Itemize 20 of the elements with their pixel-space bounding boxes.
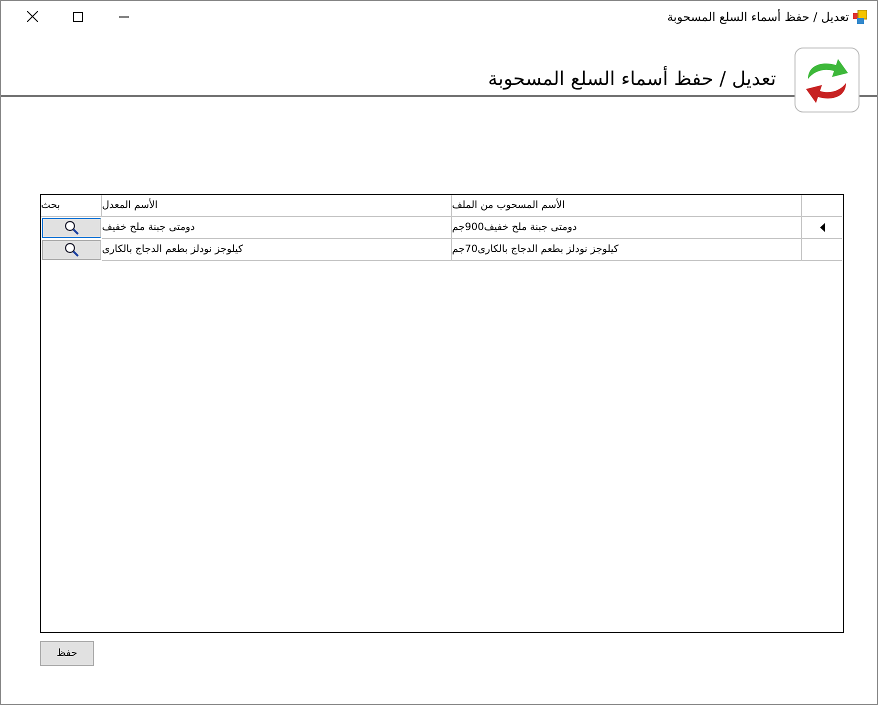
app-icon <box>853 10 867 24</box>
table-cell[interactable]: كيلوجز نودلز بطعم الدجاج بالكارى70جم <box>452 239 802 261</box>
minimize-icon <box>119 16 129 18</box>
search-button[interactable] <box>42 218 101 238</box>
table-cell[interactable]: دومتى جبنة ملح خفيف900جم <box>452 217 802 239</box>
search-icon <box>64 220 80 236</box>
current-row-icon <box>820 223 824 232</box>
window-title: تعديل / حفظ أسماء السلع المسحوبة <box>667 10 849 24</box>
maximize-icon <box>73 12 83 22</box>
refresh-arrows-icon <box>794 47 860 113</box>
column-header[interactable]: الأسم المسحوب من الملف <box>452 195 802 217</box>
close-icon <box>26 11 38 22</box>
form-heading: تعديل / حفظ أسماء السلع المسحوبة <box>488 68 776 90</box>
search-button[interactable] <box>42 240 101 260</box>
table-cell[interactable]: كيلوجز نودلز بطعم الدجاج بالكارى <box>102 239 452 261</box>
column-header[interactable]: الأسم المعدل <box>102 195 452 217</box>
search-icon <box>64 242 80 258</box>
table-cell[interactable]: دومتى جبنة ملح خفيف <box>102 217 452 239</box>
save-button[interactable]: حفظ <box>40 641 94 666</box>
column-header[interactable]: بحث <box>41 195 102 217</box>
